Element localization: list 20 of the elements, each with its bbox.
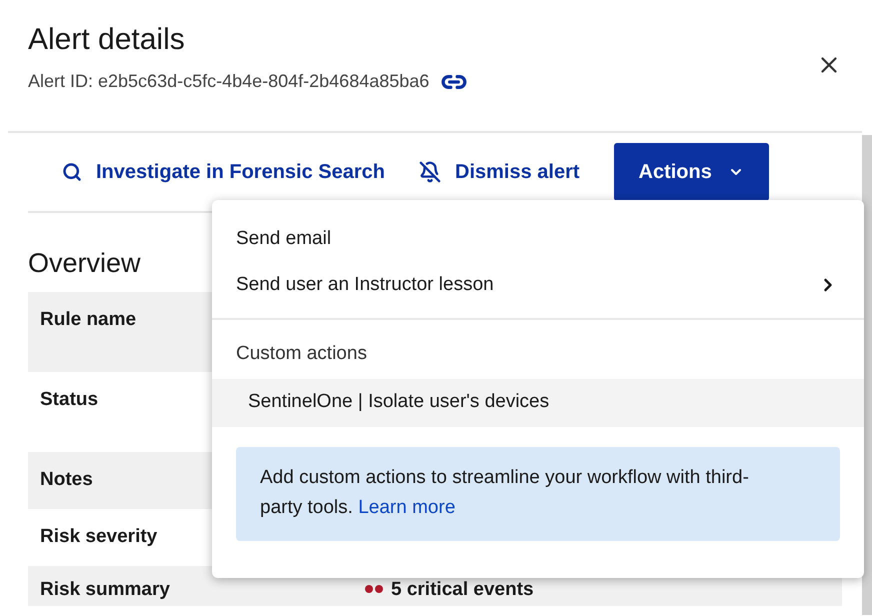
menu-item[interactable]: SentinelOne | Isolate user's devices <box>212 378 864 426</box>
dismiss-alert-link[interactable]: Dismiss alert <box>419 157 580 187</box>
row-label: Risk severity <box>40 526 158 546</box>
row-label: Notes <box>40 468 93 490</box>
row-label: Status <box>40 388 98 410</box>
menu-item[interactable]: Send email <box>212 216 864 262</box>
info-text: Add custom actions to streamline your workflow with third-party tools. Learn more <box>260 466 750 520</box>
search-icon <box>62 162 82 182</box>
menu-section-title: Custom actions <box>236 342 367 366</box>
window-title: Alert details <box>28 22 186 58</box>
menu-item[interactable]: Send user an Instructor lesson <box>212 262 864 308</box>
learn-more-link[interactable]: Learn more <box>358 496 456 518</box>
alert-id: Alert ID: e2b5c63d-c5fc-4b4e-804f-2b4684a85ba6 <box>28 70 430 93</box>
row-value: 5 critical events <box>391 578 534 602</box>
row-label: Risk summary <box>40 578 170 600</box>
actions-button[interactable]: Actions <box>614 143 769 201</box>
bell-off-icon <box>419 161 441 183</box>
investigate-link[interactable]: Investigate in Forensic Search <box>62 157 385 187</box>
row-label: Rule name <box>40 308 136 330</box>
section-title: Overview <box>28 247 141 280</box>
